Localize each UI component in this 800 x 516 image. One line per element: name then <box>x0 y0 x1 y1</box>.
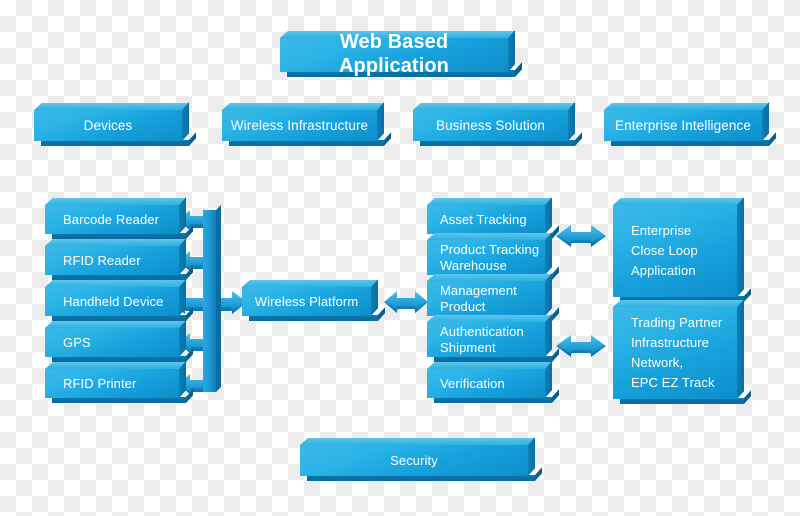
wireless-platform[interactable]: Wireless Platform <box>242 287 371 316</box>
device-barcode-reader-label: Barcode Reader <box>63 211 160 227</box>
solution-authentication-shipment-label: Authentication Shipment <box>440 324 524 355</box>
wireless-platform-to-solutions-arrow-icon <box>384 291 428 313</box>
device-rfid-printer[interactable]: RFID Printer <box>45 369 179 398</box>
device-gps-label: GPS <box>63 334 91 350</box>
device-handheld-device[interactable]: Handheld Device <box>45 287 179 316</box>
footer-security-label: Security <box>390 452 438 468</box>
devices-bus-trunk <box>203 210 216 392</box>
enterprise-trading-partner-network[interactable]: Trading Partner Infrastructure Network, … <box>613 307 737 399</box>
diagram-title: Web Based Application <box>280 31 508 77</box>
solution-management-product[interactable]: Management Product <box>427 281 545 316</box>
solution-verification-label: Verification <box>440 375 505 391</box>
solutions-to-enterprise-close-loop-arrow-icon <box>556 225 606 247</box>
category-business-solution[interactable]: Business Solution <box>413 110 568 141</box>
category-enterprise-intelligence[interactable]: Enterprise Intelligence <box>604 110 762 141</box>
device-gps[interactable]: GPS <box>45 328 179 357</box>
wireless-platform-label: Wireless Platform <box>254 293 359 309</box>
device-rfid-reader[interactable]: RFID Reader <box>45 246 179 275</box>
device-rfid-reader-label: RFID Reader <box>63 252 141 268</box>
solution-asset-tracking-label: Asset Tracking <box>440 211 527 227</box>
enterprise-close-loop-application-label: Enterprise Close Loop Application <box>631 222 698 279</box>
device-handheld-device-label: Handheld Device <box>63 293 164 309</box>
category-devices[interactable]: Devices <box>34 110 182 141</box>
solution-verification[interactable]: Verification <box>427 369 545 398</box>
footer-security[interactable]: Security <box>300 445 528 476</box>
category-enterprise-intelligence-label: Enterprise Intelligence <box>615 117 751 133</box>
solution-product-tracking-warehouse-label: Product Tracking Warehouse <box>440 242 540 273</box>
enterprise-trading-partner-network-label: Trading Partner Infrastructure Network, … <box>631 314 723 391</box>
solutions-to-trading-partner-arrow-icon <box>556 335 606 357</box>
diagram-canvas: Web Based Application Devices Wireless I… <box>0 0 800 516</box>
solution-asset-tracking[interactable]: Asset Tracking <box>427 205 545 234</box>
device-barcode-reader[interactable]: Barcode Reader <box>45 205 179 234</box>
category-wireless-infrastructure[interactable]: Wireless Infrastructure <box>222 110 377 141</box>
solution-management-product-label: Management Product <box>440 283 517 314</box>
solution-product-tracking-warehouse[interactable]: Product Tracking Warehouse <box>427 240 545 275</box>
enterprise-close-loop-application[interactable]: Enterprise Close Loop Application <box>613 205 737 297</box>
category-wireless-infrastructure-label: Wireless Infrastructure <box>230 117 369 133</box>
diagram-title-label: Web Based Application <box>339 31 449 77</box>
device-rfid-printer-label: RFID Printer <box>63 375 137 391</box>
category-business-solution-label: Business Solution <box>435 117 545 133</box>
category-devices-label: Devices <box>83 117 133 133</box>
solution-authentication-shipment[interactable]: Authentication Shipment <box>427 322 545 357</box>
